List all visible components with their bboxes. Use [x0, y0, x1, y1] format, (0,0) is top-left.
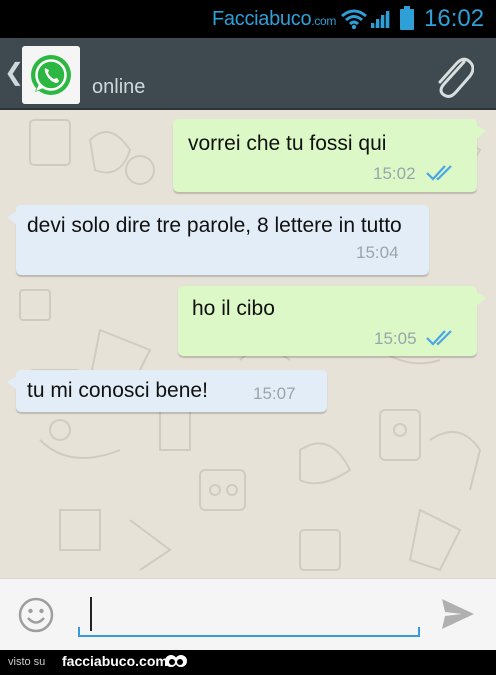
message-time: 15:05 [374, 329, 417, 348]
message-text: devi solo dire tre parole, 8 lettere in … [27, 214, 402, 237]
status-bar-time: 16:02 [424, 5, 485, 32]
text-caret [90, 597, 92, 631]
double-check-icon [426, 330, 452, 346]
status-bar-brand-suffix: .com [311, 14, 337, 28]
message-text: vorrei che tu fossi qui [188, 132, 387, 155]
eyes-logo-icon [165, 655, 187, 667]
status-bar-brand-name: Facciabuco [212, 8, 312, 30]
smiley-icon[interactable] [18, 597, 54, 633]
send-icon[interactable] [440, 597, 476, 631]
status-bar-brand: Facciabuco.com [212, 8, 336, 31]
signal-icon [370, 10, 390, 28]
message-time: 15:07 [253, 384, 296, 403]
chat-header: ❮ online [0, 38, 496, 110]
contact-status: online [92, 76, 146, 98]
message-outgoing[interactable]: vorrei che tu fossi qui 15:02 [173, 119, 486, 192]
status-bar: Facciabuco.com 16:02 [0, 0, 496, 38]
battery-icon [400, 6, 414, 30]
message-text: tu mi conosci bene! [27, 379, 208, 402]
message-incoming[interactable]: tu mi conosci bene! 15:07 [7, 370, 327, 412]
wifi-icon [341, 9, 367, 30]
message-incoming[interactable]: devi solo dire tre parole, 8 lettere in … [7, 205, 429, 275]
footer-prefix: visto su [8, 656, 46, 668]
message-time: 15:02 [373, 164, 416, 183]
whatsapp-logo-icon[interactable] [22, 46, 80, 104]
message-time: 15:04 [356, 243, 399, 262]
message-input[interactable] [78, 591, 420, 637]
footer-brand: facciabuco.com [62, 653, 168, 669]
paperclip-icon[interactable] [430, 50, 474, 100]
double-check-icon [426, 165, 452, 181]
watermark-footer: visto su facciabuco.com [0, 650, 496, 675]
composer-bar [0, 578, 496, 650]
message-text: ho il cibo [192, 297, 275, 320]
message-outgoing[interactable]: ho il cibo 15:05 [178, 286, 486, 356]
chat-area[interactable]: vorrei che tu fossi qui 15:02 devi solo … [0, 110, 496, 578]
